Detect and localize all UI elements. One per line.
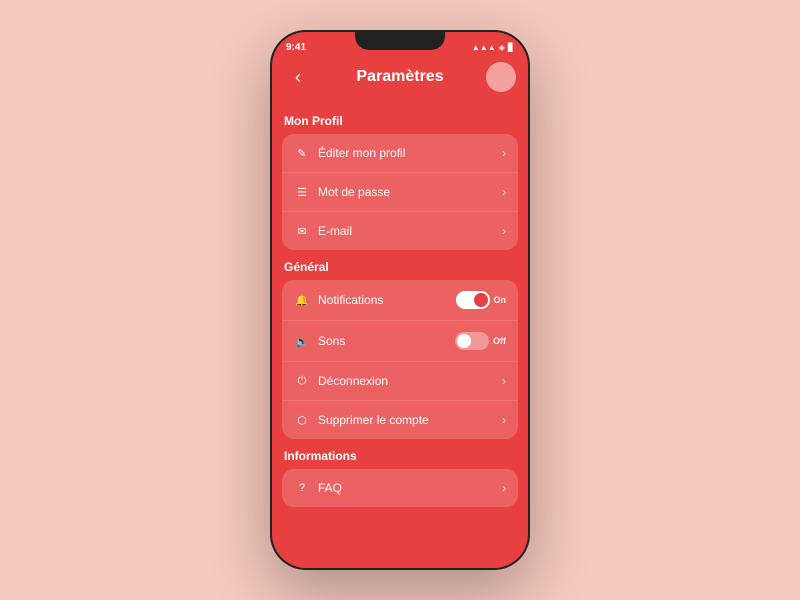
sons-toggle-wrap: Off bbox=[455, 332, 506, 350]
wifi-icon: ◈ bbox=[499, 43, 505, 52]
password-icon: ☰ bbox=[294, 184, 310, 200]
settings-item-password[interactable]: ☰ Mot de passe› bbox=[282, 173, 518, 212]
password-chevron: › bbox=[502, 185, 506, 199]
page-title: Paramètres bbox=[356, 68, 443, 86]
settings-group-0: ✎Éditer mon profil›☰Mot de passe›✉E-mail… bbox=[282, 134, 518, 250]
edit-profile-label: Éditer mon profil bbox=[318, 146, 502, 160]
supprimer-icon: ⬡ bbox=[294, 412, 310, 428]
settings-item-deconnexion[interactable]: ⏻ Déconnexion› bbox=[282, 362, 518, 401]
page-header: ‹ Paramètres bbox=[270, 58, 530, 100]
supprimer-chevron: › bbox=[502, 413, 506, 427]
sons-toggle[interactable] bbox=[455, 332, 489, 350]
section-label-1: Général bbox=[284, 260, 518, 274]
battery-icon: ▊ bbox=[508, 43, 514, 52]
settings-content: Mon Profil✎Éditer mon profil›☰Mot de pas… bbox=[270, 100, 530, 570]
faq-icon: ? bbox=[294, 480, 310, 496]
settings-item-edit-profile[interactable]: ✎ Éditer mon profil› bbox=[282, 134, 518, 173]
phone-frame: 9:41 ▲▲▲ ◈ ▊ ‹ Paramètres Mon Profil ✎ Édi… bbox=[270, 30, 530, 570]
settings-item-notifications[interactable]: 🔔 Notifications On bbox=[282, 280, 518, 321]
sons-toggle-thumb bbox=[457, 334, 471, 348]
signal-icon: ▲▲▲ bbox=[472, 43, 496, 52]
deconnexion-icon: ⏻ bbox=[294, 373, 310, 389]
sons-icon: 🔈 bbox=[294, 333, 310, 349]
settings-item-sons[interactable]: 🔈 Sons Off bbox=[282, 321, 518, 362]
supprimer-label: Supprimer le compte bbox=[318, 413, 502, 427]
edit-profile-chevron: › bbox=[502, 146, 506, 160]
section-label-2: Informations bbox=[284, 449, 518, 463]
back-button[interactable]: ‹ bbox=[284, 63, 312, 91]
edit-profile-icon: ✎ bbox=[294, 145, 310, 161]
section-label-0: Mon Profil bbox=[284, 114, 518, 128]
notifications-toggle-thumb bbox=[474, 293, 488, 307]
settings-item-faq[interactable]: ? FAQ› bbox=[282, 469, 518, 507]
deconnexion-label: Déconnexion bbox=[318, 374, 502, 388]
notifications-toggle-label: On bbox=[494, 295, 507, 305]
sons-label: Sons bbox=[318, 334, 455, 348]
notch bbox=[355, 30, 445, 50]
settings-group-1: 🔔NotificationsOn🔈SonsOff⏻Déconnexion›⬡Su… bbox=[282, 280, 518, 439]
settings-item-email[interactable]: ✉ E-mail› bbox=[282, 212, 518, 250]
notifications-icon: 🔔 bbox=[294, 292, 310, 308]
notifications-toggle[interactable] bbox=[456, 291, 490, 309]
email-icon: ✉ bbox=[294, 223, 310, 239]
faq-chevron: › bbox=[502, 481, 506, 495]
status-icons: ▲▲▲ ◈ ▊ bbox=[472, 43, 514, 52]
settings-item-supprimer[interactable]: ⬡ Supprimer le compte› bbox=[282, 401, 518, 439]
email-label: E-mail bbox=[318, 224, 502, 238]
email-chevron: › bbox=[502, 224, 506, 238]
password-label: Mot de passe bbox=[318, 185, 502, 199]
status-time: 9:41 bbox=[286, 42, 306, 53]
faq-label: FAQ bbox=[318, 481, 502, 495]
notifications-toggle-wrap: On bbox=[456, 291, 507, 309]
sons-toggle-label: Off bbox=[493, 336, 506, 346]
notifications-label: Notifications bbox=[318, 293, 456, 307]
deconnexion-chevron: › bbox=[502, 374, 506, 388]
avatar[interactable] bbox=[486, 62, 516, 92]
settings-group-2: ? FAQ› bbox=[282, 469, 518, 507]
